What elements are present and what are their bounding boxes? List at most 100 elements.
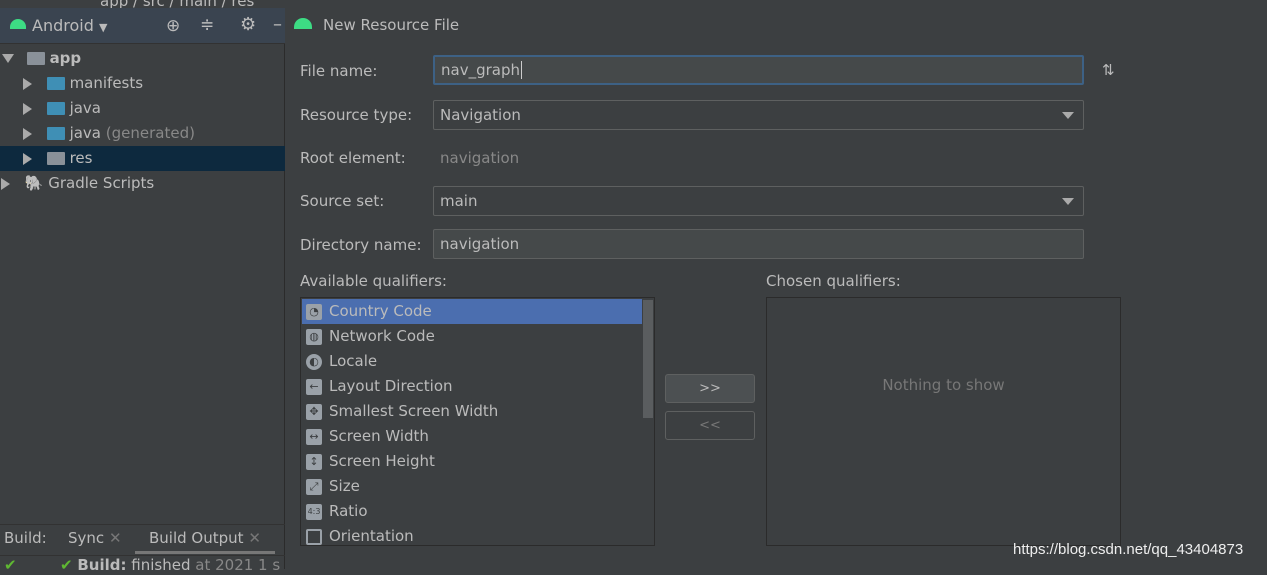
tree-item-java[interactable]: java [0, 96, 285, 121]
globe-icon: ◐ [306, 354, 322, 370]
tree-item-manifests[interactable]: manifests [0, 71, 285, 96]
tree-label: Gradle Scripts [48, 174, 155, 192]
generated-folder-icon [46, 127, 65, 140]
status-text: finished [131, 556, 191, 574]
tree-label: app [49, 49, 82, 67]
dialog-title: New Resource File [323, 16, 460, 34]
available-qualifiers-list[interactable]: ◔ Country Code ◍ Network Code ◐ Locale ← Lay… [300, 297, 655, 546]
close-icon[interactable]: ✕ [109, 529, 122, 547]
resource-type-label: Resource type: [300, 106, 413, 124]
country-code-icon: ◔ [306, 304, 322, 320]
arrow-left-icon: ← [306, 379, 322, 395]
qualifier-orientation[interactable]: Orientation [302, 524, 642, 545]
qualifier-locale[interactable]: ◐ Locale [302, 349, 642, 374]
qualifier-country-code[interactable]: ◔ Country Code [302, 299, 642, 324]
check-icon: ✔ [60, 556, 73, 574]
remove-qualifier-button[interactable]: << [665, 411, 755, 440]
tab-label: Sync [68, 529, 105, 547]
build-label: Build: [4, 529, 47, 547]
orientation-icon [306, 529, 322, 545]
qualifier-label: Country Code [329, 302, 432, 320]
project-toolbar: Android ▼ ⊕ ≑ ⚙ – [0, 8, 285, 44]
qualifier-label: Orientation [329, 527, 414, 545]
qualifier-label: Smallest Screen Width [329, 402, 499, 420]
qualifier-layout-direction[interactable]: ← Layout Direction [302, 374, 642, 399]
collapse-all-icon[interactable]: ≑ [200, 15, 214, 35]
qualifier-label: Screen Height [329, 452, 435, 470]
source-set-select[interactable]: main [433, 186, 1084, 216]
qualifier-smallest-screen-width[interactable]: ✥ Smallest Screen Width [302, 399, 642, 424]
sort-icon[interactable]: ⇅ [1102, 61, 1115, 79]
resource-type-value: Navigation [440, 106, 521, 124]
crumb-res[interactable]: res [231, 0, 254, 8]
build-tabs: Build: Sync ✕ Build Output ✕ [0, 524, 285, 554]
breadcrumb: app / src / main / res [0, 0, 285, 8]
chosen-qualifiers-label: Chosen qualifiers: [766, 272, 901, 290]
diagonal-arrow-icon: ⤢ [306, 479, 322, 495]
minimize-icon[interactable]: – [273, 14, 282, 35]
tree-label: res [69, 149, 93, 167]
qualifier-label: Screen Width [329, 427, 429, 445]
folder-icon [46, 77, 65, 90]
tree-item-app[interactable]: app [0, 46, 285, 71]
directory-name-input[interactable]: navigation [433, 229, 1084, 259]
tree-label: java [69, 124, 101, 142]
android-icon [294, 18, 312, 29]
ratio-icon: 4:3 [306, 504, 322, 520]
crumb-app[interactable]: app [100, 0, 128, 8]
tab-build-output[interactable]: Build Output ✕ [135, 525, 275, 554]
root-element-label: Root element: [300, 149, 406, 167]
file-name-value: nav_graph [441, 61, 520, 79]
check-icon: ✔ [4, 556, 17, 574]
module-folder-icon [26, 52, 45, 65]
file-name-input[interactable]: nav_graph [433, 55, 1084, 85]
crumb-main[interactable]: main [179, 0, 216, 8]
locate-icon[interactable]: ⊕ [166, 16, 180, 36]
qualifier-label: Size [329, 477, 360, 495]
root-element-value: navigation [440, 149, 520, 167]
directory-name-value: navigation [440, 235, 520, 253]
qualifier-label: Ratio [329, 502, 368, 520]
available-qualifiers-label: Available qualifiers: [300, 272, 447, 290]
tab-sync[interactable]: Sync ✕ [68, 525, 122, 551]
source-set-value: main [440, 192, 478, 210]
file-name-label: File name: [300, 62, 378, 80]
watermark: https://blog.csdn.net/qq_43404873 [1013, 541, 1244, 558]
project-view-label: Android [32, 16, 94, 35]
tree-item-res[interactable]: res [0, 146, 285, 171]
status-bold: Build: [77, 556, 127, 574]
close-icon[interactable]: ✕ [248, 529, 261, 547]
source-set-label: Source set: [300, 192, 385, 210]
tab-label: Build Output [149, 529, 244, 547]
directory-name-label: Directory name: [300, 236, 422, 254]
resource-type-select[interactable]: Navigation [433, 100, 1084, 130]
horizontal-arrows-icon: ↔ [306, 429, 322, 445]
project-view-dropdown[interactable]: Android ▼ [32, 16, 107, 35]
add-qualifier-button[interactable]: >> [665, 374, 755, 403]
tree-item-java-generated[interactable]: java (generated) [0, 121, 285, 146]
chosen-qualifiers-list[interactable]: Nothing to show [766, 297, 1121, 546]
chevron-down-icon: ▼ [98, 21, 108, 34]
qualifier-label: Network Code [329, 327, 435, 345]
list-scrollbar[interactable] [643, 300, 653, 418]
tree-item-gradle-scripts[interactable]: 🐘 Gradle Scripts [0, 171, 285, 196]
qualifier-network-code[interactable]: ◍ Network Code [302, 324, 642, 349]
crumb-src[interactable]: src [143, 0, 165, 8]
qualifier-screen-height[interactable]: ↕ Screen Height [302, 449, 642, 474]
gear-icon[interactable]: ⚙ [240, 14, 256, 35]
gradle-elephant-icon: 🐘 [24, 174, 44, 192]
network-code-icon: ◍ [306, 329, 322, 345]
res-folder-icon [46, 152, 65, 165]
vertical-arrows-icon: ↕ [306, 454, 322, 470]
qualifier-label: Locale [329, 352, 378, 370]
folder-icon [46, 102, 65, 115]
tree-suffix: (generated) [105, 124, 195, 142]
tree-label: java [69, 99, 101, 117]
qualifier-label: Layout Direction [329, 377, 453, 395]
qualifier-screen-width[interactable]: ↔ Screen Width [302, 424, 642, 449]
build-status: ✔ ✔ Build: finished at 2021 1 s 787 [0, 555, 285, 575]
tree-label: manifests [69, 74, 144, 92]
qualifier-size[interactable]: ⤢ Size [302, 474, 642, 499]
qualifier-ratio[interactable]: 4:3 Ratio [302, 499, 642, 524]
move-arrows-icon: ✥ [306, 404, 322, 420]
